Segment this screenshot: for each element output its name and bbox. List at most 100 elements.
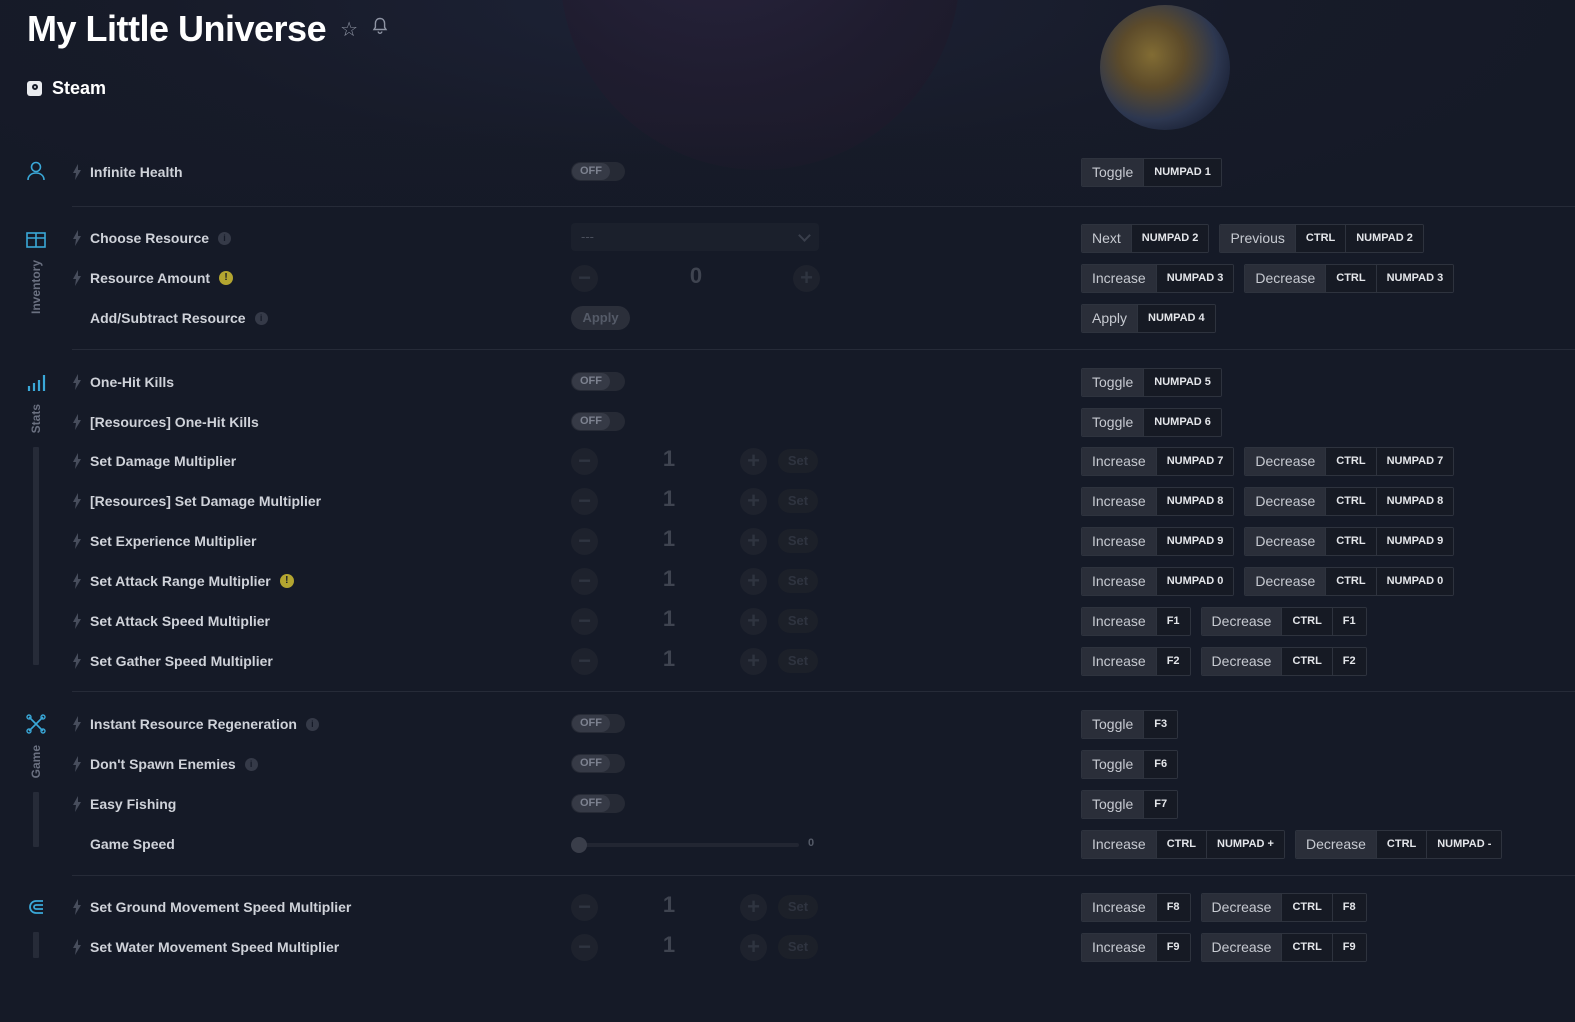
increase-button[interactable]: +	[740, 568, 767, 595]
toggle-switch[interactable]: OFF	[571, 794, 625, 813]
category-inventory[interactable]: Inventory	[24, 228, 48, 314]
hotkey-action[interactable]: Increase	[1082, 568, 1156, 595]
hotkey-key[interactable]: F1	[1331, 608, 1366, 635]
hotkey-key[interactable]: F7	[1143, 791, 1178, 818]
bell-icon[interactable]	[372, 17, 388, 41]
hotkey-action[interactable]: Previous	[1220, 225, 1295, 252]
decrease-button[interactable]: −	[571, 894, 598, 921]
set-button[interactable]: Set	[778, 569, 818, 593]
hotkey-key[interactable]: F9	[1331, 934, 1366, 961]
decrease-button[interactable]: −	[571, 528, 598, 555]
hotkey-action[interactable]: Decrease	[1295, 831, 1376, 858]
hotkey-key[interactable]: NUMPAD +	[1206, 831, 1284, 858]
hotkey-key[interactable]: NUMPAD 0	[1375, 568, 1454, 595]
decrease-button[interactable]: −	[571, 488, 598, 515]
warning-icon[interactable]: !	[219, 271, 234, 285]
hotkey-action[interactable]: Decrease	[1201, 934, 1282, 961]
hotkey-key[interactable]: CTRL	[1281, 934, 1332, 961]
category-stats[interactable]: Stats	[24, 372, 48, 666]
hotkey-key[interactable]: NUMPAD 6	[1143, 409, 1221, 436]
toggle-switch[interactable]: OFF	[571, 412, 625, 431]
set-button[interactable]: Set	[778, 449, 818, 473]
hotkey-action[interactable]: Next	[1082, 225, 1131, 252]
decrease-button[interactable]: −	[571, 648, 598, 675]
hotkey-key[interactable]: F9	[1155, 934, 1190, 961]
hotkey-group[interactable]: Decrease CTRL F9	[1200, 933, 1367, 962]
hotkey-key[interactable]: NUMPAD 3	[1155, 265, 1234, 292]
resource-select[interactable]: ---	[571, 223, 819, 251]
decrease-button[interactable]: −	[571, 934, 598, 961]
hotkey-action[interactable]: Increase	[1082, 648, 1156, 675]
hotkey-key[interactable]: CTRL	[1155, 831, 1207, 858]
hotkey-key[interactable]: F8	[1155, 894, 1190, 921]
hotkey-key[interactable]: F2	[1155, 648, 1190, 675]
set-button[interactable]: Set	[778, 895, 818, 919]
apply-button[interactable]: Apply	[571, 306, 630, 330]
hotkey-action[interactable]: Decrease	[1201, 648, 1282, 675]
toggle-switch[interactable]: OFF	[571, 714, 625, 733]
hotkey-group[interactable]: Decrease CTRL NUMPAD 8	[1244, 487, 1455, 516]
category-player[interactable]	[24, 160, 48, 182]
hotkey-key[interactable]: NUMPAD 5	[1143, 369, 1221, 396]
set-button[interactable]: Set	[778, 529, 818, 553]
hotkey-action[interactable]: Decrease	[1245, 528, 1326, 555]
hotkey-action[interactable]: Increase	[1082, 528, 1156, 555]
hotkey-action[interactable]: Toggle	[1082, 159, 1144, 186]
hotkey-key[interactable]: NUMPAD 7	[1155, 448, 1234, 475]
hotkey-action[interactable]: Apply	[1082, 305, 1138, 332]
hotkey-action[interactable]: Toggle	[1082, 409, 1144, 436]
hotkey-key[interactable]: NUMPAD 1	[1143, 159, 1221, 186]
toggle-switch[interactable]: OFF	[571, 754, 625, 773]
hotkey-group[interactable]: Next NUMPAD 2	[1081, 224, 1210, 253]
hotkey-key[interactable]: NUMPAD 8	[1375, 488, 1454, 515]
hotkey-key[interactable]: F2	[1331, 648, 1366, 675]
hotkey-action[interactable]: Increase	[1082, 934, 1156, 961]
info-icon[interactable]: i	[218, 231, 232, 245]
hotkey-key[interactable]: CTRL	[1375, 831, 1427, 858]
hotkey-key[interactable]: CTRL	[1325, 265, 1376, 292]
hotkey-group[interactable]: Toggle NUMPAD 5	[1081, 368, 1222, 397]
hotkey-group[interactable]: Increase NUMPAD 7	[1081, 447, 1235, 476]
info-icon[interactable]: i	[305, 717, 319, 731]
hotkey-group[interactable]: Decrease CTRL F8	[1200, 893, 1367, 922]
hotkey-group[interactable]: Increase NUMPAD 0	[1081, 567, 1235, 596]
hotkey-key[interactable]: CTRL	[1294, 225, 1346, 252]
hotkey-group[interactable]: Decrease CTRL F1	[1200, 607, 1367, 636]
category-movement[interactable]	[24, 896, 48, 958]
hotkey-key[interactable]: CTRL	[1325, 448, 1376, 475]
hotkey-key[interactable]: F3	[1143, 711, 1178, 738]
info-icon[interactable]: i	[254, 311, 268, 325]
increase-button[interactable]: +	[740, 488, 767, 515]
hotkey-group[interactable]: Decrease CTRL NUMPAD 3	[1244, 264, 1455, 293]
hotkey-group[interactable]: Increase F2	[1081, 647, 1191, 676]
hotkey-action[interactable]: Increase	[1082, 265, 1156, 292]
hotkey-action[interactable]: Toggle	[1082, 791, 1144, 818]
increase-button[interactable]: +	[740, 894, 767, 921]
hotkey-key[interactable]: F8	[1331, 894, 1366, 921]
hotkey-action[interactable]: Increase	[1082, 894, 1156, 921]
hotkey-group[interactable]: Decrease CTRL NUMPAD -	[1294, 830, 1503, 859]
decrease-button[interactable]: −	[571, 265, 598, 292]
hotkey-action[interactable]: Toggle	[1082, 751, 1144, 778]
hotkey-group[interactable]: Decrease CTRL NUMPAD 0	[1244, 567, 1455, 596]
hotkey-group[interactable]: Increase F8	[1081, 893, 1191, 922]
increase-button[interactable]: +	[740, 528, 767, 555]
hotkey-action[interactable]: Decrease	[1201, 894, 1282, 921]
hotkey-key[interactable]: NUMPAD 9	[1155, 528, 1234, 555]
hotkey-key[interactable]: F1	[1155, 608, 1190, 635]
hotkey-group[interactable]: Toggle F6	[1081, 750, 1179, 779]
hotkey-group[interactable]: Increase F1	[1081, 607, 1191, 636]
hotkey-group[interactable]: Toggle F7	[1081, 790, 1179, 819]
category-game[interactable]: Game	[24, 713, 48, 848]
hotkey-group[interactable]: Previous CTRL NUMPAD 2	[1219, 224, 1424, 253]
increase-button[interactable]: +	[740, 934, 767, 961]
hotkey-group[interactable]: Increase CTRL NUMPAD +	[1081, 830, 1285, 859]
increase-button[interactable]: +	[740, 648, 767, 675]
hotkey-action[interactable]: Decrease	[1201, 608, 1282, 635]
hotkey-key[interactable]: NUMPAD 0	[1155, 568, 1234, 595]
slider-thumb[interactable]	[571, 837, 587, 853]
hotkey-group[interactable]: Apply NUMPAD 4	[1081, 304, 1216, 333]
hotkey-key[interactable]: CTRL	[1325, 528, 1376, 555]
hotkey-key[interactable]: CTRL	[1325, 568, 1376, 595]
hotkey-action[interactable]: Toggle	[1082, 369, 1144, 396]
